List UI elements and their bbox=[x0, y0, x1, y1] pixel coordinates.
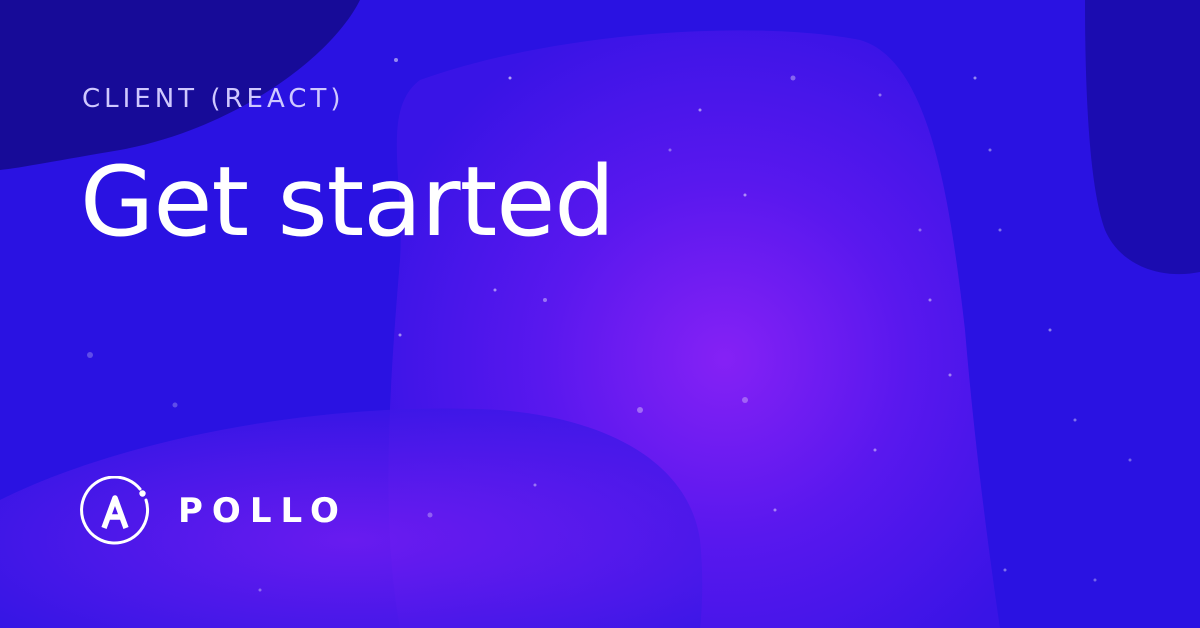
logo-wordmark: POLLO bbox=[178, 491, 348, 531]
section-label: CLIENT (REACT) bbox=[82, 84, 345, 114]
page-title: Get started bbox=[80, 146, 615, 258]
apollo-logo: POLLO bbox=[78, 476, 339, 552]
social-card: CLIENT (REACT) Get started POLLO bbox=[0, 0, 1200, 628]
apollo-logo-icon bbox=[80, 476, 150, 545]
